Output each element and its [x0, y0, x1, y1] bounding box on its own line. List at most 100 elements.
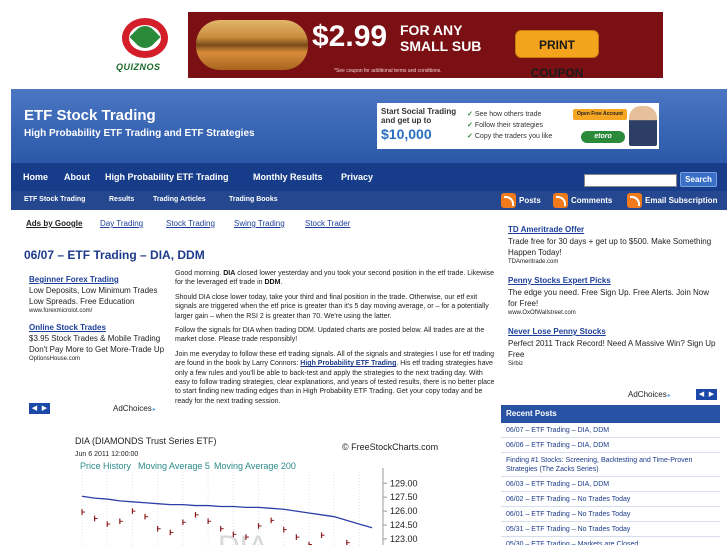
sidebar-ad-url[interactable]: TDAmeritrade.com — [508, 258, 720, 267]
recent-post-link[interactable]: 05/31 – ETF Trading – No Trades Today — [501, 522, 720, 537]
ad-link-day-trading[interactable]: Day Trading — [100, 219, 143, 228]
post-body: Good morning. DIA closed lower yesterday… — [175, 269, 495, 411]
chart-date: Jun 6 2011 12:00:00 — [75, 451, 138, 458]
sidebar-ad-title[interactable]: Penny Stocks Expert Picks — [508, 275, 720, 287]
ad-link-stock-trading[interactable]: Stock Trading — [166, 219, 215, 228]
header-ad-headline: Start Social Trading and get up to — [381, 107, 457, 125]
post-paragraph: Join me everyday to follow these etf tra… — [175, 350, 495, 405]
sidebar-ad[interactable]: Penny Stocks Expert Picks The edge you n… — [508, 275, 720, 318]
header-ad-amount: $10,000 — [381, 126, 432, 142]
subnav-trading-articles[interactable]: Trading Articles — [153, 196, 206, 203]
rss-icon — [627, 193, 642, 208]
site-tagline: High Probability ETF Trading and ETF Str… — [24, 128, 255, 139]
chart-source: © FreeStockCharts.com — [342, 442, 438, 452]
posts-feed-link[interactable]: Posts — [501, 193, 541, 208]
adchoices-label[interactable]: AdChoices — [628, 390, 671, 399]
banner-price-subtitle: FOR ANY SMALL SUB — [400, 22, 482, 54]
open-free-account-button[interactable]: Open Free Account — [573, 109, 627, 120]
comments-feed-link[interactable]: Comments — [553, 193, 612, 208]
nav-privacy[interactable]: Privacy — [341, 172, 373, 182]
search-button[interactable]: Search — [680, 172, 717, 187]
recent-post-link[interactable]: 06/02 – ETF Trading – No Trades Today — [501, 492, 720, 507]
recent-post-link[interactable]: 05/30 – ETF Trading – Markets are Closed — [501, 537, 720, 545]
sidebar-ad-title[interactable]: Never Lose Penny Stocks — [508, 326, 720, 338]
subnav-results[interactable]: Results — [109, 196, 134, 203]
header-ad[interactable]: Start Social Trading and get up to $10,0… — [377, 103, 659, 149]
header-ad-bullets: ✓ See how others trade ✓ Follow their stra… — [467, 109, 552, 142]
y-tick-label: 124.50 — [390, 520, 418, 530]
header-ad-bullet: ✓ Follow their strategies — [467, 122, 543, 129]
nav-about[interactable]: About — [64, 172, 90, 182]
y-tick-label: 127.50 — [390, 492, 418, 502]
right-adchoices: AdChoices ◀ ▶ — [628, 389, 718, 400]
left-ad[interactable]: Beginner Forex Trading Low Deposits, Low… — [29, 274, 169, 316]
check-icon: ✓ — [467, 111, 473, 118]
sidebar-ad-body: Trade free for 30 days + get up to $500.… — [508, 237, 712, 257]
quiznos-logo: QUIZNOS — [104, 12, 188, 78]
left-ad-title[interactable]: Online Stock Trades — [29, 322, 169, 333]
y-tick-label: 123.00 — [390, 534, 418, 544]
ads-by-google-label[interactable]: Ads by Google — [26, 219, 82, 228]
sidebar-ad-url[interactable]: www.OxOfWallstreet.com — [508, 309, 720, 318]
subnav-etf-stock-trading[interactable]: ETF Stock Trading — [24, 196, 85, 203]
recent-post-link[interactable]: 06/07 – ETF Trading – DIA, DDM — [501, 423, 720, 438]
stock-chart: DIA (DIAMONDS Trust Series ETF) © FreeSt… — [68, 432, 446, 545]
site-header: ETF Stock Trading High Probability ETF T… — [11, 89, 727, 163]
chart-watermark: DIA — [218, 530, 268, 545]
sidebar-ad-title[interactable]: TD Ameritrade Offer — [508, 224, 720, 236]
sidebar-ad[interactable]: TD Ameritrade Offer Trade free for 30 da… — [508, 224, 720, 267]
recent-posts-heading: Recent Posts — [501, 405, 720, 423]
subnav-trading-books[interactable]: Trading Books — [229, 196, 278, 203]
left-ad-body: $3.95 Stock Trades & Mobile Trading Don'… — [29, 334, 165, 354]
next-arrow-icon[interactable]: ▶ — [706, 389, 717, 400]
rss-icon — [501, 193, 516, 208]
book-link[interactable]: High Probability ETF Trading — [300, 360, 396, 367]
sandwich-image — [196, 20, 308, 70]
next-arrow-icon[interactable]: ▶ — [39, 403, 50, 414]
banner-price: $2.99 — [312, 20, 388, 53]
ad-link-stock-trader[interactable]: Stock Trader — [305, 219, 350, 228]
adchoices-label[interactable]: AdChoices — [113, 404, 156, 413]
etoro-logo: etoro — [581, 131, 625, 143]
sidebar-ad-url[interactable]: Sirbiz — [508, 360, 720, 369]
nav-high-probability-etf-trading[interactable]: High Probability ETF Trading — [105, 172, 229, 182]
recent-post-link[interactable]: 06/06 – ETF Trading – DIA, DDM — [501, 438, 720, 453]
sidebar-ad-block: TD Ameritrade Offer Trade free for 30 da… — [508, 224, 720, 377]
header-ad-bullet: ✓ Copy the traders you like — [467, 133, 553, 140]
sidebar-ad[interactable]: Never Lose Penny Stocks Perfect 2011 Tra… — [508, 326, 720, 369]
trader-photo — [629, 106, 657, 146]
left-ad-body: Low Deposits, Low Minimum Trades Low Spr… — [29, 286, 158, 306]
legend-moving-average-5: Moving Average 5 — [138, 461, 210, 471]
ad-link-swing-trading[interactable]: Swing Trading — [234, 219, 285, 228]
left-ad-block: Beginner Forex Trading Low Deposits, Low… — [29, 274, 169, 370]
post-paragraph: Good morning. DIA closed lower yesterday… — [175, 270, 495, 287]
left-ad-title[interactable]: Beginner Forex Trading — [29, 274, 169, 285]
recent-post-link[interactable]: 06/03 – ETF Trading – DIA, DDM — [501, 477, 720, 492]
header-ad-bullet: ✓ See how others trade — [467, 111, 542, 118]
sidebar-ad-body: Perfect 2011 Track Record! Need A Massiv… — [508, 339, 716, 359]
y-tick-label: 126.00 — [390, 506, 418, 516]
check-icon: ✓ — [467, 122, 473, 129]
print-coupon-button[interactable]: PRINT COUPON — [515, 30, 599, 78]
left-ad-url[interactable]: www.forexmicrolot.com/ — [29, 307, 169, 316]
left-ad[interactable]: Online Stock Trades $3.95 Stock Trades &… — [29, 322, 169, 364]
left-adchoices: ◀ ▶ AdChoices — [29, 403, 163, 414]
nav-home[interactable]: Home — [23, 172, 48, 182]
search-input[interactable] — [584, 174, 677, 187]
email-subscription-link[interactable]: Email Subscription — [627, 193, 717, 208]
recent-post-link[interactable]: 06/01 – ETF Trading – No Trades Today — [501, 507, 720, 522]
recent-post-link[interactable]: Finding #1 Stocks: Screening, Backtestin… — [501, 453, 720, 477]
post-title[interactable]: 06/07 – ETF Trading – DIA, DDM — [24, 248, 205, 262]
sidebar-ad-body: The edge you need. Free Sign Up. Free Al… — [508, 288, 709, 308]
chart-title: DIA (DIAMONDS Trust Series ETF) — [75, 436, 217, 446]
left-ad-url[interactable]: OptionsHouse.com — [29, 355, 169, 364]
quiznos-logo-text: QUIZNOS — [116, 62, 161, 72]
legend-moving-average-200: Moving Average 200 — [214, 461, 296, 471]
site-title[interactable]: ETF Stock Trading — [24, 107, 156, 124]
top-banner-ad[interactable]: QUIZNOS $2.99 FOR ANY SMALL SUB PRINT CO… — [104, 12, 663, 78]
banner-fine-print: *See coupon for additional terms and con… — [334, 68, 442, 74]
nav-monthly-results[interactable]: Monthly Results — [253, 172, 323, 182]
post-paragraph: Follow the signals for DIA when trading … — [175, 327, 485, 344]
rss-icon — [553, 193, 568, 208]
check-icon: ✓ — [467, 133, 473, 140]
